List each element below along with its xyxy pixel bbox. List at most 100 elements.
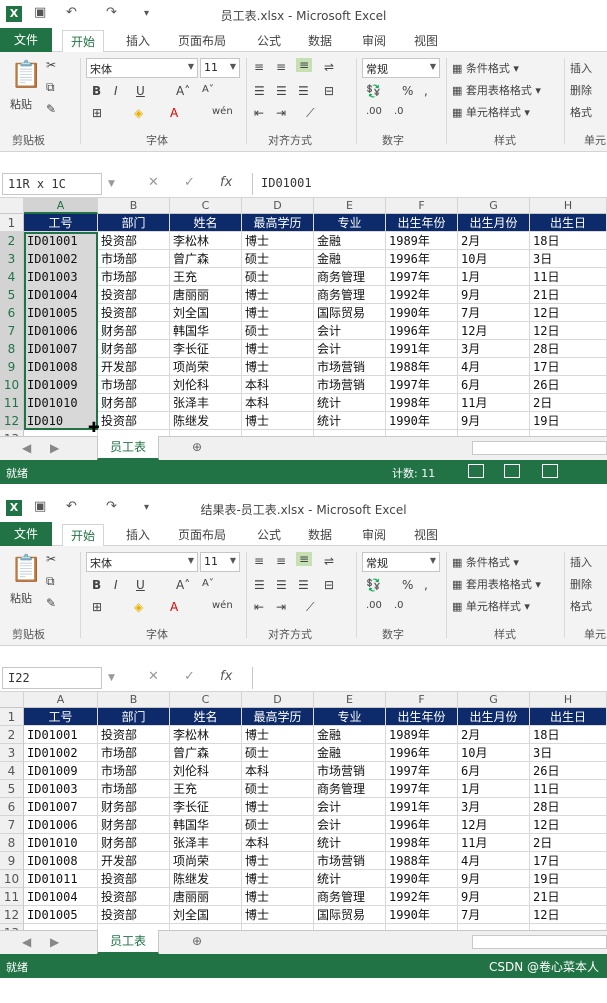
cell[interactable]: 部门: [98, 708, 170, 726]
cell[interactable]: 李长征: [170, 340, 242, 358]
row-header[interactable]: 12: [0, 906, 24, 924]
phonetic-icon[interactable]: wén: [212, 600, 233, 611]
cell[interactable]: ID01007: [24, 340, 98, 358]
align-middle-icon[interactable]: ≡: [276, 554, 286, 568]
cell[interactable]: 市场部: [98, 762, 170, 780]
cell[interactable]: 6月: [458, 762, 530, 780]
row-header[interactable]: 11: [0, 888, 24, 906]
cell[interactable]: 市场营销: [314, 358, 386, 376]
column-header-C[interactable]: C: [170, 198, 242, 214]
add-sheet-icon[interactable]: ⊕: [192, 440, 202, 454]
insert-function-icon[interactable]: fx: [220, 175, 232, 190]
copy-icon[interactable]: ⧉: [46, 80, 55, 95]
decrease-decimal-icon[interactable]: .0: [394, 106, 404, 117]
row-header[interactable]: 5: [0, 286, 24, 304]
next-sheet-icon[interactable]: ▶: [50, 441, 59, 455]
format-cells-button[interactable]: 格式: [570, 598, 592, 614]
cell[interactable]: 10月: [458, 744, 530, 762]
column-header-E[interactable]: E: [314, 198, 386, 214]
cell[interactable]: 11日: [530, 780, 607, 798]
select-all-corner[interactable]: [0, 692, 24, 708]
cell[interactable]: 博士: [242, 412, 314, 430]
bold-icon[interactable]: B: [92, 578, 101, 592]
decrease-indent-icon[interactable]: ⇤: [254, 106, 264, 120]
row-header[interactable]: 5: [0, 780, 24, 798]
cell[interactable]: 姓名: [170, 214, 242, 232]
row-header[interactable]: 7: [0, 322, 24, 340]
cell[interactable]: 1992年: [386, 888, 458, 906]
copy-icon[interactable]: ⧉: [46, 574, 55, 589]
column-header-B[interactable]: B: [98, 198, 170, 214]
font-color-icon[interactable]: A: [170, 600, 178, 614]
decrease-font-icon[interactable]: A˅: [202, 578, 214, 589]
cell[interactable]: 1998年: [386, 834, 458, 852]
cell[interactable]: 张泽丰: [170, 394, 242, 412]
row-header[interactable]: 4: [0, 762, 24, 780]
column-header-D[interactable]: D: [242, 198, 314, 214]
comma-icon[interactable]: ,: [424, 578, 428, 592]
cell[interactable]: 财务部: [98, 322, 170, 340]
cell[interactable]: 统计: [314, 412, 386, 430]
cell[interactable]: 1992年: [386, 286, 458, 304]
cell[interactable]: ID01005: [24, 304, 98, 322]
cell[interactable]: 韩国华: [170, 816, 242, 834]
cell[interactable]: 市场部: [98, 780, 170, 798]
row-header[interactable]: 10: [0, 376, 24, 394]
cell[interactable]: 刘伦科: [170, 376, 242, 394]
name-box-dropdown-icon[interactable]: ▼: [108, 673, 115, 683]
worksheet-grid[interactable]: A B C D E F G H 1 工号 部门 姓名 最高学历 专业 出生年份 出生月份 出生日 2 ID01001…: [0, 198, 607, 436]
cell[interactable]: 1990年: [386, 304, 458, 322]
sheet-tab-employees[interactable]: 员工表: [97, 930, 159, 954]
cut-icon[interactable]: ✂: [46, 552, 56, 566]
paste-icon[interactable]: 📋: [10, 60, 42, 90]
cell[interactable]: ID010: [24, 412, 98, 430]
cell[interactable]: 1990年: [386, 412, 458, 430]
cell[interactable]: 开发部: [98, 852, 170, 870]
cancel-icon[interactable]: ✕: [148, 669, 159, 684]
underline-icon[interactable]: U: [136, 578, 145, 592]
align-center-icon[interactable]: ☰: [276, 578, 287, 592]
cell[interactable]: 19日: [530, 412, 607, 430]
insert-function-icon[interactable]: fx: [220, 669, 232, 684]
fill-color-icon[interactable]: ◈: [134, 106, 143, 120]
wrap-text-icon[interactable]: ⇌: [324, 60, 334, 74]
cell[interactable]: 1996年: [386, 816, 458, 834]
cell[interactable]: 博士: [242, 232, 314, 250]
cell[interactable]: 国际贸易: [314, 304, 386, 322]
cell[interactable]: 硕士: [242, 322, 314, 340]
cell[interactable]: 最高学历: [242, 708, 314, 726]
phonetic-icon[interactable]: wén: [212, 106, 233, 117]
border-icon[interactable]: ⊞: [92, 600, 102, 614]
cell[interactable]: 唐丽丽: [170, 888, 242, 906]
cell[interactable]: 投资部: [98, 888, 170, 906]
align-bottom-icon[interactable]: ≡: [296, 58, 313, 72]
confirm-icon[interactable]: ✓: [184, 669, 195, 684]
cell[interactable]: 1996年: [386, 250, 458, 268]
cell[interactable]: 财务部: [98, 798, 170, 816]
currency-icon[interactable]: 💱: [366, 84, 381, 98]
cell[interactable]: ID01008: [24, 852, 98, 870]
cell[interactable]: 9月: [458, 286, 530, 304]
cell[interactable]: 韩国华: [170, 322, 242, 340]
column-header-A[interactable]: A: [24, 198, 98, 214]
cell[interactable]: 博士: [242, 852, 314, 870]
cell[interactable]: 1997年: [386, 268, 458, 286]
page-layout-view-icon[interactable]: [504, 464, 520, 478]
cell[interactable]: 11日: [530, 268, 607, 286]
prev-sheet-icon[interactable]: ◀: [22, 935, 31, 949]
align-top-icon[interactable]: ≡: [254, 554, 264, 568]
column-header-F[interactable]: F: [386, 198, 458, 214]
cell[interactable]: 投资部: [98, 870, 170, 888]
cell[interactable]: ID01005: [24, 906, 98, 924]
cell[interactable]: ID01001: [24, 232, 98, 250]
cell[interactable]: 财务部: [98, 816, 170, 834]
formula-input[interactable]: [252, 667, 607, 689]
cell[interactable]: 会计: [314, 322, 386, 340]
row-header[interactable]: 2: [0, 232, 24, 250]
tab-review[interactable]: 审阅: [362, 32, 386, 49]
cell[interactable]: 9月: [458, 888, 530, 906]
cell[interactable]: 1991年: [386, 798, 458, 816]
italic-icon[interactable]: I: [114, 578, 118, 592]
cell[interactable]: 曾广森: [170, 250, 242, 268]
cell[interactable]: ID01003: [24, 268, 98, 286]
